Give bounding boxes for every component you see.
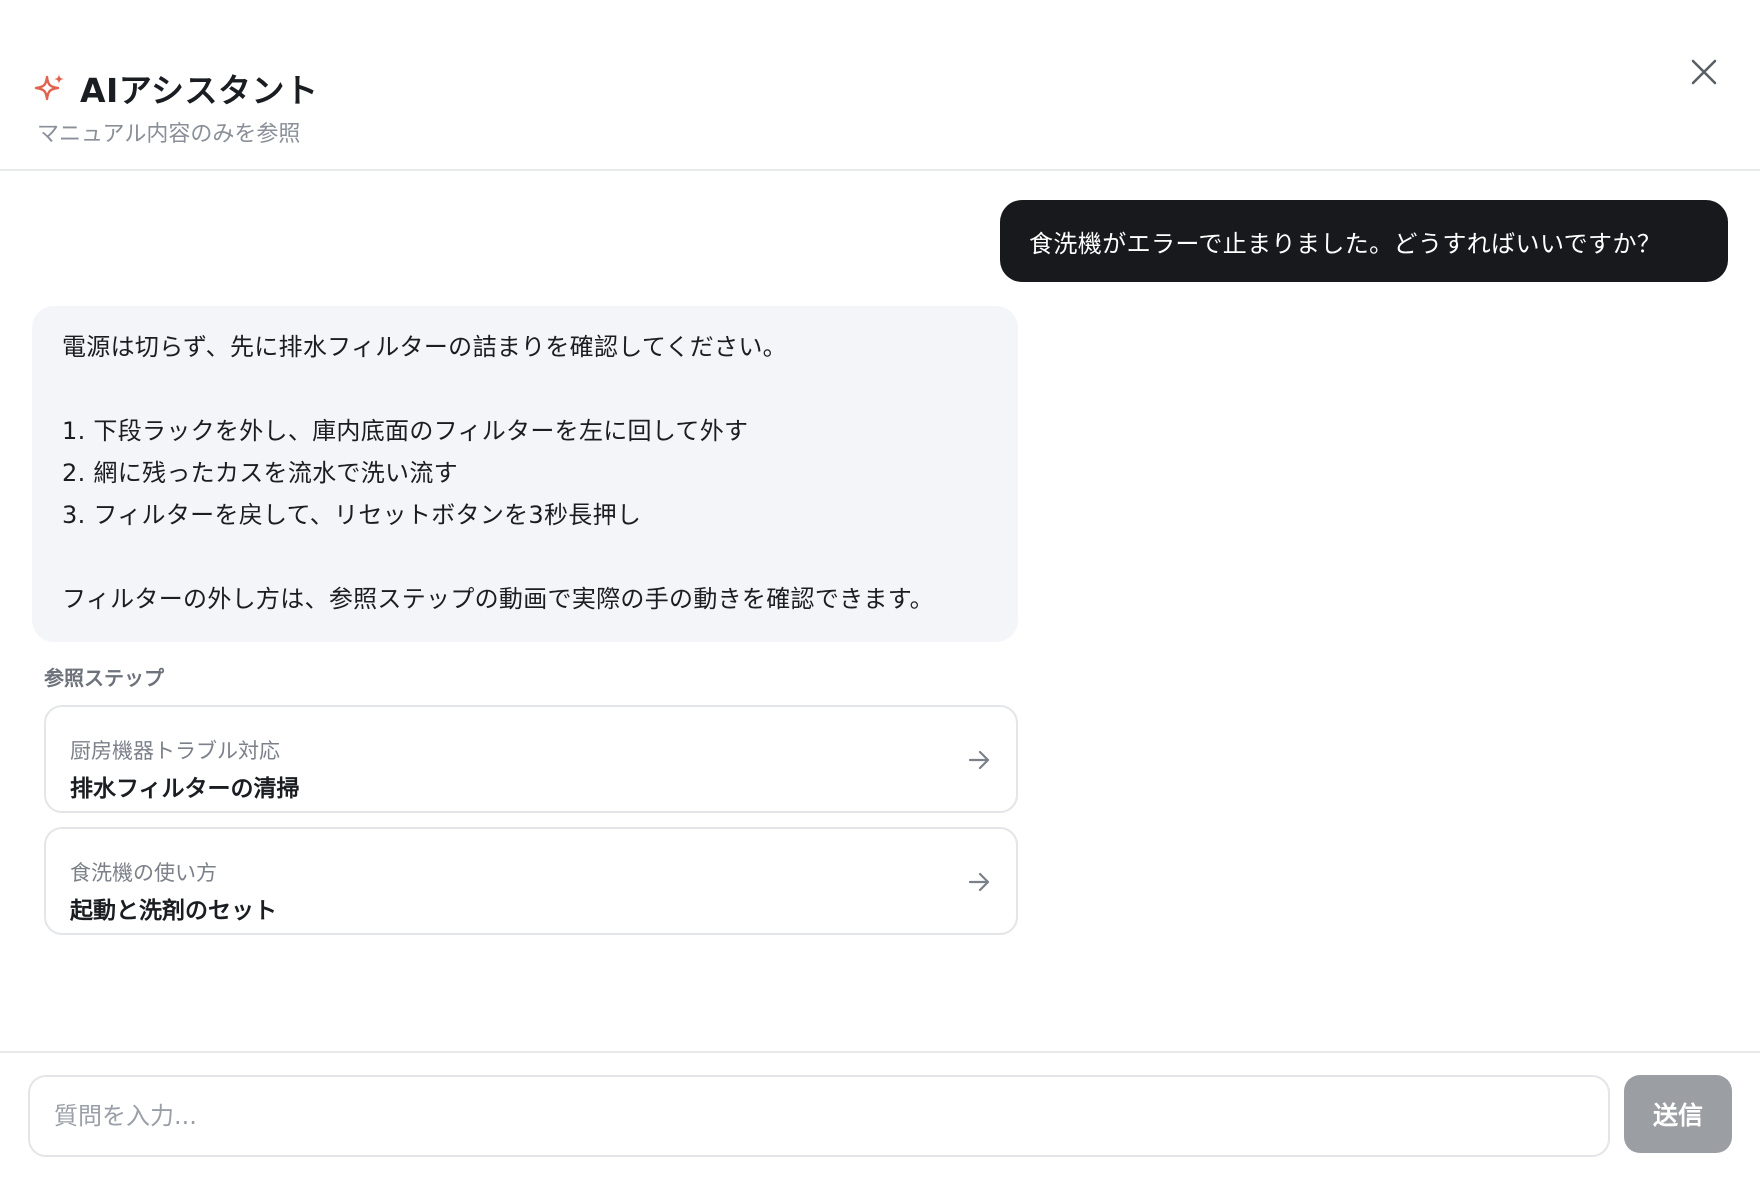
input-footer: 送信 (0, 1051, 1760, 1200)
assistant-step: 2. 網に残ったカスを流水で洗い流す (62, 459, 458, 487)
assistant-message: 電源は切らず、先に排水フィルターの詰まりを確認してください。 1. 下段ラックを… (32, 306, 1018, 642)
assistant-step: 3. フィルターを戻して、リセットボタンを3秒長押し (62, 501, 642, 529)
reference-title: 起動と洗剤のセット (70, 898, 277, 924)
assistant-intro: 電源は切らず、先に排水フィルターの詰まりを確認してください。 (62, 333, 787, 361)
reference-card[interactable]: 厨房機器トラブル対応 排水フィルターの清掃 (44, 705, 1018, 813)
user-message: 食洗機がエラーで止まりました。どうすればいいですか？ (1000, 200, 1728, 282)
question-input[interactable] (28, 1075, 1610, 1157)
reference-title: 排水フィルターの清掃 (70, 776, 300, 802)
reference-category: 厨房機器トラブル対応 (70, 739, 280, 763)
page-subtitle: マニュアル内容のみを参照 (37, 122, 301, 147)
arrow-right-icon (966, 747, 992, 773)
reference-card[interactable]: 食洗機の使い方 起動と洗剤のセット (44, 827, 1018, 935)
send-button[interactable]: 送信 (1624, 1075, 1732, 1153)
header: AIアシスタント マニュアル内容のみを参照 (0, 0, 1760, 171)
references-label: 参照ステップ (44, 666, 164, 690)
close-button[interactable] (1684, 52, 1724, 92)
close-icon (1691, 59, 1717, 85)
ai-assistant-panel: AIアシスタント マニュアル内容のみを参照 食洗機がエラーで止まりました。どうす… (0, 0, 1760, 1200)
reference-category: 食洗機の使い方 (70, 861, 217, 885)
page-title: AIアシスタント (80, 71, 319, 110)
sparkle-icon (34, 72, 66, 104)
assistant-step: 1. 下段ラックを外し、庫内底面のフィルターを左に回して外す (62, 417, 749, 445)
user-message-text: 食洗機がエラーで止まりました。どうすればいいですか？ (1029, 229, 1662, 258)
arrow-right-icon (966, 869, 992, 895)
assistant-outro: フィルターの外し方は、参照ステップの動画で実際の手の動きを確認できます。 (62, 585, 934, 613)
title-row: AIアシスタント (34, 64, 319, 112)
